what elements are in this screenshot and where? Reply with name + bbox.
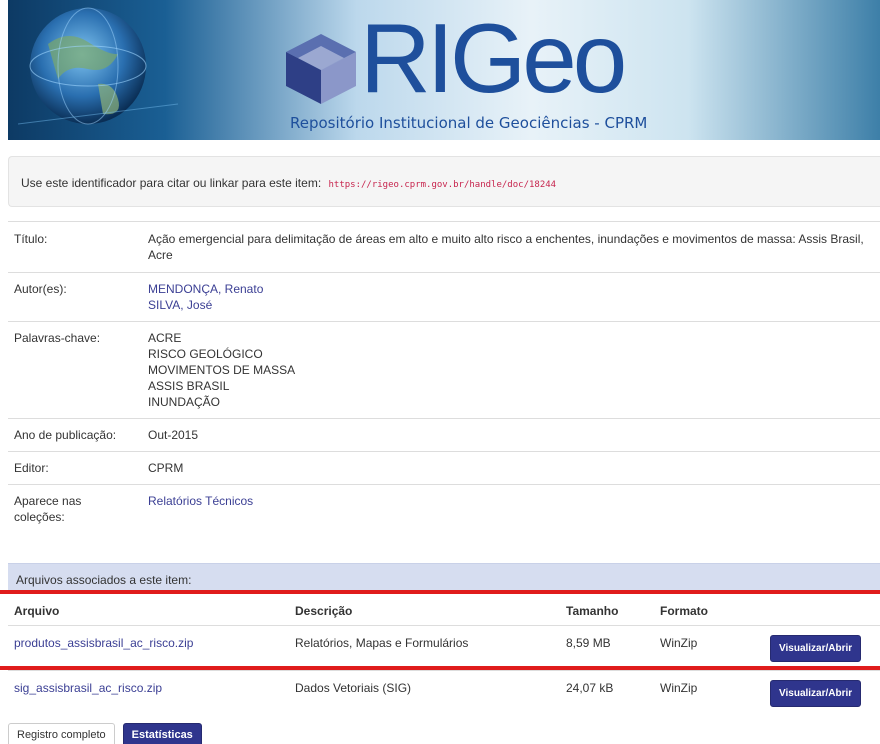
header-format: Formato bbox=[654, 591, 764, 626]
file-size: 24,07 kB bbox=[560, 670, 654, 715]
authors-label: Autor(es): bbox=[14, 282, 67, 296]
publisher-label: Editor: bbox=[14, 461, 49, 475]
file-link[interactable]: sig_assisbrasil_ac_risco.zip bbox=[14, 681, 162, 695]
authors-value: MENDONÇA, Renato SILVA, José bbox=[148, 281, 880, 313]
file-format: WinZip bbox=[654, 625, 764, 671]
files-panel: Arquivos associados a este item: Arquivo… bbox=[8, 563, 880, 715]
header-file: Arquivo bbox=[8, 591, 289, 626]
title-value: Ação emergencial para delimitação de áre… bbox=[148, 232, 864, 262]
site-banner[interactable]: RIGeo Repositório Institucional de Geoci… bbox=[8, 0, 880, 140]
collections-label: Aparece nas coleções: bbox=[14, 494, 82, 524]
identifier-label: Use este identificador para citar ou lin… bbox=[21, 176, 322, 190]
globe-graphic bbox=[18, 7, 178, 125]
identifier-url[interactable]: https://rigeo.cprm.gov.br/handle/doc/182… bbox=[329, 180, 557, 190]
file-format: WinZip bbox=[654, 670, 764, 715]
metadata-row-collections: Aparece nas coleções: Relatórios Técnico… bbox=[8, 484, 880, 535]
metadata-row-authors: Autor(es): MENDONÇA, Renato SILVA, José bbox=[8, 272, 880, 321]
year-value: Out-2015 bbox=[148, 428, 199, 442]
author-link[interactable]: MENDONÇA, Renato bbox=[148, 281, 870, 297]
table-row: produtos_assisbrasil_ac_risco.zip Relató… bbox=[8, 625, 880, 671]
statistics-button[interactable]: Estatísticas bbox=[122, 723, 202, 744]
keyword: INUNDAÇÃO bbox=[148, 395, 221, 409]
header-size: Tamanho bbox=[560, 591, 654, 626]
header-description: Descrição bbox=[289, 591, 560, 626]
collection-link[interactable]: Relatórios Técnicos bbox=[148, 493, 870, 509]
file-description: Relatórios, Mapas e Formulários bbox=[289, 625, 560, 671]
files-panel-title: Arquivos associados a este item: bbox=[8, 563, 880, 591]
keyword: ASSIS BRASIL bbox=[148, 379, 230, 393]
item-metadata-table: Título: Ação emergencial para delimitaçã… bbox=[8, 221, 880, 535]
header-actions bbox=[764, 591, 880, 626]
metadata-row-title: Título: Ação emergencial para delimitaçã… bbox=[8, 221, 880, 272]
view-open-button[interactable]: Visualizar/Abrir bbox=[770, 680, 862, 707]
publisher-value: CPRM bbox=[148, 461, 184, 475]
title-label: Título: bbox=[14, 232, 48, 246]
highlight-line-bottom bbox=[0, 666, 880, 670]
full-record-button[interactable]: Registro completo bbox=[8, 723, 115, 744]
rigeo-logo-text: RIGeo bbox=[360, 3, 627, 113]
file-link[interactable]: produtos_assisbrasil_ac_risco.zip bbox=[14, 636, 193, 650]
files-table-header: Arquivo Descrição Tamanho Formato bbox=[8, 591, 880, 626]
year-label: Ano de publicação: bbox=[14, 428, 117, 442]
highlight-line-top bbox=[0, 590, 880, 594]
metadata-row-keywords: Palavras-chave: ACRE RISCO GEOLÓGICO MOV… bbox=[8, 321, 880, 418]
keywords-value: ACRE RISCO GEOLÓGICO MOVIMENTOS DE MASSA… bbox=[148, 330, 880, 410]
author-link[interactable]: SILVA, José bbox=[148, 297, 870, 313]
metadata-row-year: Ano de publicação: Out-2015 bbox=[8, 418, 880, 451]
banner-subtitle: Repositório Institucional de Geociências… bbox=[290, 114, 648, 132]
metadata-row-publisher: Editor: CPRM bbox=[8, 451, 880, 484]
item-actions: Registro completo Estatísticas bbox=[8, 723, 202, 744]
keyword: MOVIMENTOS DE MASSA bbox=[148, 363, 296, 377]
files-table: Arquivo Descrição Tamanho Formato produt… bbox=[8, 591, 880, 715]
file-description: Dados Vetoriais (SIG) bbox=[289, 670, 560, 715]
rigeo-logo-icon bbox=[286, 34, 356, 104]
keywords-label: Palavras-chave: bbox=[14, 331, 101, 345]
view-open-button[interactable]: Visualizar/Abrir bbox=[770, 635, 862, 662]
file-size: 8,59 MB bbox=[560, 625, 654, 671]
table-row: sig_assisbrasil_ac_risco.zip Dados Vetor… bbox=[8, 670, 880, 715]
keyword: ACRE bbox=[148, 331, 182, 345]
keyword: RISCO GEOLÓGICO bbox=[148, 347, 263, 361]
identifier-box: Use este identificador para citar ou lin… bbox=[8, 156, 880, 207]
